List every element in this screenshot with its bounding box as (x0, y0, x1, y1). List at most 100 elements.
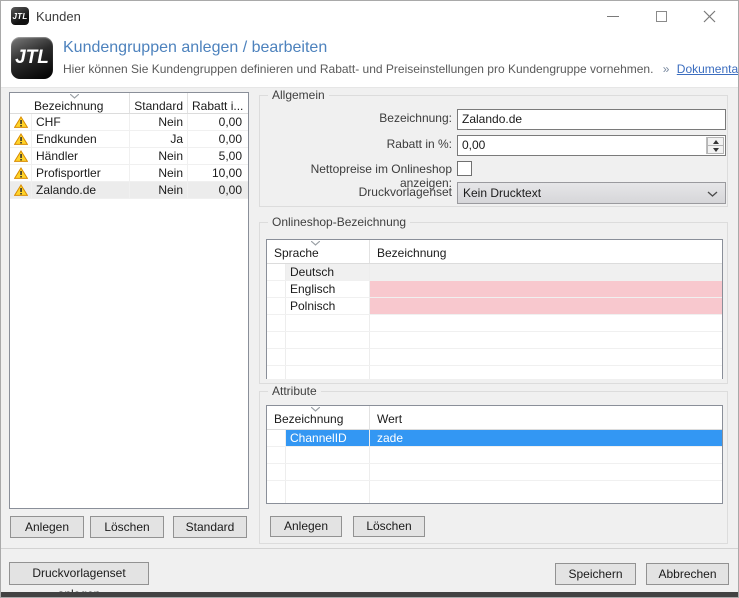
cell-bezeichnung: Endkunden (31, 131, 129, 147)
row-header (267, 298, 286, 314)
abbrechen-button[interactable]: Abbrechen (646, 563, 729, 585)
window-title: Kunden (36, 9, 81, 24)
table-row-zalando-selected[interactable]: Zalando.de Nein 0,00 (10, 182, 248, 199)
rabatt-spinner (706, 137, 724, 154)
table-row-endkunden[interactable]: Endkunden Ja 0,00 (10, 131, 248, 148)
cell-bezeichnung-invalid[interactable] (369, 281, 722, 297)
anlegen-button[interactable]: Anlegen (10, 516, 84, 538)
kundengruppen-table-header: Bezeichnung Standard Rabatt i... (10, 93, 248, 114)
sort-chevron-icon (70, 94, 79, 99)
rabatt-input[interactable]: 0,00 (457, 135, 726, 156)
close-button[interactable] (689, 1, 729, 31)
druckvorlagenset-label: Druckvorlagenset (358, 185, 452, 199)
attribute-loeschen-button[interactable]: Löschen (353, 516, 425, 537)
cell-standard: Ja (129, 131, 187, 147)
cell-rabatt: 0,00 (187, 114, 248, 130)
warning-icon (13, 133, 28, 145)
attribute-table-header: Bezeichnung Wert (267, 406, 722, 430)
column-header-label: Sprache (274, 246, 319, 260)
cell-bezeichnung[interactable] (369, 264, 722, 280)
cell-bezeichnung: CHF (31, 114, 129, 130)
empty-row (267, 481, 722, 503)
language-row-polnisch[interactable]: Polnisch (267, 298, 722, 315)
empty-row (267, 464, 722, 481)
table-row-chf[interactable]: CHF Nein 0,00 (10, 114, 248, 131)
bezeichnung-input[interactable]: Zalando.de (457, 109, 726, 130)
cell-standard: Nein (129, 148, 187, 164)
warning-icon (13, 116, 28, 128)
cell-standard: Nein (129, 114, 187, 130)
druckvorlagenset-value: Kein Drucktext (463, 186, 542, 200)
attribute-row-channelid-selected[interactable]: ChannelID zade (267, 430, 722, 447)
cell-rabatt: 10,00 (187, 165, 248, 181)
column-header-sprache[interactable]: Sprache (267, 240, 369, 263)
column-header-bezeichnung[interactable]: Bezeichnung (267, 406, 369, 429)
onlineshop-table: Sprache Bezeichnung Deutsch Englisch Pol… (266, 239, 723, 379)
row-header (267, 264, 286, 280)
warning-icon (13, 184, 28, 196)
cell-bezeichnung-invalid[interactable] (369, 298, 722, 314)
cell-standard: Nein (129, 182, 187, 198)
jtl-logo: JTL (11, 37, 53, 79)
minimize-button[interactable] (593, 1, 633, 31)
column-header-rabatt[interactable]: Rabatt i... (187, 93, 248, 113)
up-arrow-icon (712, 139, 719, 144)
druckvorlagenset-anlegen-button[interactable]: Druckvorlagenset anlegen (9, 562, 149, 597)
column-header-standard[interactable]: Standard (129, 93, 187, 113)
empty-row (267, 349, 722, 366)
attribute-anlegen-button[interactable]: Anlegen (270, 516, 342, 537)
cell-bezeichnung: Profisportler (31, 165, 129, 181)
cell-standard: Nein (129, 165, 187, 181)
titlebar: JTL Kunden (1, 1, 738, 31)
kunden-window: JTL Kunden JTL Kundengruppen anlegen / b… (0, 0, 739, 598)
speichern-button[interactable]: Speichern (555, 563, 636, 585)
cell-bezeichnung: Zalando.de (31, 182, 129, 198)
language-row-englisch[interactable]: Englisch (267, 281, 722, 298)
column-header-label: Bezeichnung (274, 412, 344, 426)
table-row-profisportler[interactable]: Profisportler Nein 10,00 (10, 165, 248, 182)
dokumentation-link[interactable]: Dokumentation (677, 62, 738, 76)
cell-sprache: Deutsch (286, 264, 369, 280)
close-icon (703, 10, 715, 22)
spinner-down-button[interactable] (707, 145, 724, 154)
subtitle-text: Hier können Sie Kundengruppen definieren… (63, 62, 654, 76)
column-header-bezeichnung[interactable]: Bezeichnung (10, 93, 129, 113)
cell-sprache: Englisch (290, 282, 336, 296)
column-header-wert[interactable]: Wert (369, 406, 722, 429)
sort-chevron-icon (311, 407, 320, 412)
page-subtitle: Hier können Sie Kundengruppen definieren… (63, 62, 738, 76)
column-header-label: Bezeichnung (34, 99, 104, 113)
cell-rabatt: 5,00 (187, 148, 248, 164)
language-row-deutsch[interactable]: Deutsch (267, 264, 722, 281)
onlineshop-bezeichnung-group: Onlineshop-Bezeichnung Sprache Bezeichnu… (259, 215, 728, 384)
empty-row (267, 315, 722, 332)
row-header (267, 281, 286, 297)
rabatt-value: 0,00 (462, 138, 486, 152)
maximize-button[interactable] (641, 1, 681, 31)
spinner-up-button[interactable] (707, 137, 724, 145)
kundengruppen-table: Bezeichnung Standard Rabatt i... CHF Nei… (9, 92, 249, 509)
loeschen-button[interactable]: Löschen (90, 516, 164, 538)
cell-rabatt: 0,00 (187, 182, 248, 198)
jtl-app-icon: JTL (11, 7, 29, 25)
group-title: Allgemein (268, 88, 329, 102)
footer-separator (1, 548, 738, 549)
chevron-down-icon (707, 191, 718, 197)
cell-rabatt: 0,00 (187, 131, 248, 147)
column-header-bezeichnung[interactable]: Bezeichnung (369, 240, 722, 263)
cell-sprache: Polnisch (290, 299, 336, 313)
cell-bezeichnung: ChannelID (286, 430, 369, 446)
warning-icon (13, 167, 28, 179)
group-title: Onlineshop-Bezeichnung (268, 215, 411, 229)
row-header (267, 430, 286, 446)
cell-bezeichnung: Händler (31, 148, 129, 164)
druckvorlagenset-select[interactable]: Kein Drucktext (457, 182, 726, 204)
down-arrow-icon (712, 147, 719, 152)
cell-wert[interactable]: zade (369, 430, 722, 446)
warning-icon (13, 150, 28, 162)
table-row-haendler[interactable]: Händler Nein 5,00 (10, 148, 248, 165)
sort-chevron-icon (311, 241, 320, 246)
empty-row (267, 366, 722, 379)
nettopreise-checkbox[interactable] (457, 161, 472, 176)
standard-button[interactable]: Standard (173, 516, 247, 538)
